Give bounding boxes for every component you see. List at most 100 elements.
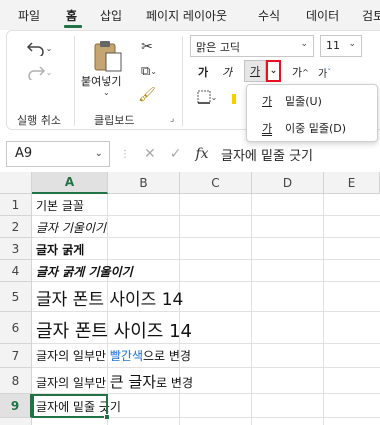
row-header-3[interactable]: 3 xyxy=(0,238,32,260)
tab-data[interactable]: 데이터 xyxy=(306,7,339,24)
font-name-box[interactable]: 맑은 고딕 ⌄ xyxy=(190,35,314,57)
shrink-font-icon: 가 xyxy=(318,68,328,80)
confirm-icon[interactable]: ✓ xyxy=(170,146,182,162)
gridline xyxy=(32,343,380,344)
dialog-launcher-icon[interactable]: ⌟ xyxy=(170,114,174,124)
italic-button[interactable]: 가 xyxy=(222,62,232,82)
chevron-down-icon: ⌄ xyxy=(348,39,356,49)
gridline xyxy=(251,194,252,425)
cell-a8[interactable]: 글자의 일부만 큰 글자로 변경 xyxy=(36,371,193,392)
large-text: 큰 글자 xyxy=(109,373,157,391)
underline-icon: 가 xyxy=(249,65,261,78)
name-box-value: A9 xyxy=(15,146,33,161)
ribbon-tab-bar: 파일 홈 삽입 페이지 레이아웃 수식 데이터 검토 xyxy=(0,0,380,30)
double-underline-icon: 가 xyxy=(261,122,273,135)
select-all-button[interactable] xyxy=(0,172,32,194)
undo-button[interactable]: ⌄ xyxy=(24,38,54,58)
insert-function-button[interactable]: fx xyxy=(195,146,208,162)
active-cell-border xyxy=(32,394,108,418)
scissors-icon: ✂ xyxy=(141,39,153,55)
column-header-a[interactable]: A xyxy=(32,172,108,194)
tab-file[interactable]: 파일 xyxy=(18,7,40,24)
gridline xyxy=(32,237,380,238)
gridline xyxy=(32,311,380,312)
menu-item-label: 이중 밑줄(D) xyxy=(285,122,347,135)
chevron-down-icon: ⌄ xyxy=(94,148,103,159)
chevron-down-icon: ⌄ xyxy=(210,92,218,102)
gridline xyxy=(323,194,324,425)
row-header-10[interactable] xyxy=(0,418,32,425)
tab-insert[interactable]: 삽입 xyxy=(100,7,122,24)
paintbrush-icon: 🖌 xyxy=(138,87,156,103)
chevron-down-icon: ⌄ xyxy=(45,43,53,53)
group-divider xyxy=(182,36,183,126)
bold-button[interactable]: 가 xyxy=(198,62,208,82)
cell-a2[interactable]: 글자 기울이기 xyxy=(36,219,106,236)
cell-a7[interactable]: 글자의 일부만 빨간색으로 변경 xyxy=(36,347,191,364)
group-divider xyxy=(74,36,75,126)
row-header-2[interactable]: 2 xyxy=(0,216,32,238)
paste-label[interactable]: 붙여넣기 xyxy=(81,73,121,89)
row-header-4[interactable]: 4 xyxy=(0,260,32,282)
tab-formulas[interactable]: 수식 xyxy=(258,7,280,24)
column-header-e[interactable]: E xyxy=(324,172,380,194)
grow-font-button[interactable]: 가 ^ xyxy=(292,62,309,82)
borders-button[interactable]: ⌄ xyxy=(194,88,220,106)
cell-a1[interactable]: 기본 글꼴 xyxy=(36,197,84,214)
row-header-9[interactable]: 9 xyxy=(0,394,32,418)
tab-home[interactable]: 홈 xyxy=(66,7,77,24)
font-name-value: 맑은 고딕 xyxy=(196,41,240,54)
formula-input[interactable]: 글자에 밑줄 긋기 xyxy=(221,145,313,164)
colored-text: 빨간색 xyxy=(109,349,143,363)
shrink-font-button[interactable]: 가ˇ xyxy=(318,62,331,82)
chevron-down-icon[interactable]: ⌄ xyxy=(103,88,110,97)
redo-button[interactable]: ⌄ xyxy=(24,62,54,82)
font-size-value: 11 xyxy=(326,39,340,52)
cell-a6[interactable]: 글자 폰트 사이즈 14 xyxy=(36,317,192,343)
fill-handle[interactable] xyxy=(104,414,110,420)
underline-button[interactable]: 가 xyxy=(244,60,266,82)
cell-a3[interactable]: 글자 굵게 xyxy=(36,241,84,258)
cell-text: 으로 변경 xyxy=(143,349,191,363)
cut-button[interactable]: ✂ xyxy=(138,38,156,56)
copy-icon: ⧉ xyxy=(141,63,151,79)
format-painter-button[interactable]: 🖌 xyxy=(138,86,156,104)
row-header-5[interactable]: 5 xyxy=(0,282,32,312)
cell-a5[interactable]: 글자 폰트 사이즈 14 xyxy=(36,285,183,310)
row-header-8[interactable]: 8 xyxy=(0,368,32,394)
underline-dropdown-button[interactable]: ⌄ xyxy=(266,60,281,82)
active-tab-indicator xyxy=(64,25,82,28)
menu-item-label: 밑줄(U) xyxy=(285,95,322,108)
cell-text: 글자의 일부만 xyxy=(36,376,110,390)
gridline xyxy=(32,259,380,260)
row-header-6[interactable]: 6 xyxy=(0,312,32,344)
fill-color-button[interactable] xyxy=(228,92,240,106)
tab-review[interactable]: 검토 xyxy=(362,7,380,24)
cancel-icon[interactable]: ✕ xyxy=(144,146,156,162)
name-box[interactable]: A9 ⌄ xyxy=(6,141,110,167)
copy-button[interactable]: ⧉ ⌄ xyxy=(136,62,162,80)
row-header-7[interactable]: 7 xyxy=(0,344,32,368)
clipboard-icon xyxy=(94,41,122,72)
cell-a4[interactable]: 글자 굵게 기울이기 xyxy=(36,263,133,280)
gridline xyxy=(32,215,380,216)
column-header-c[interactable]: C xyxy=(180,172,252,194)
chevron-down-icon: ⌄ xyxy=(45,67,53,77)
column-header-b[interactable]: B xyxy=(108,172,180,194)
gridline xyxy=(32,281,380,282)
chevron-down-icon: ⌄ xyxy=(300,39,308,49)
group-label-clipboard: 클립보드 xyxy=(94,114,135,127)
paste-button[interactable] xyxy=(90,38,126,74)
font-size-box[interactable]: 11 ⌄ xyxy=(320,35,362,57)
cell-text: 로 변경 xyxy=(156,376,193,390)
column-header-d[interactable]: D xyxy=(252,172,324,194)
menu-item-underline[interactable]: 가 밑줄(U) xyxy=(247,88,377,114)
chevron-down-icon: ⌄ xyxy=(150,66,157,76)
menu-item-double-underline[interactable]: 가 이중 밑줄(D) xyxy=(247,115,377,141)
group-label-undo: 실행 취소 xyxy=(17,114,61,127)
gridline xyxy=(32,367,380,368)
tab-page-layout[interactable]: 페이지 레이아웃 xyxy=(146,7,227,24)
row-header-1[interactable]: 1 xyxy=(0,194,32,216)
fill-color-icon xyxy=(232,94,236,104)
spreadsheet-grid[interactable]: A B C D E 1 2 3 4 5 6 7 8 9 기본 글꼴 글자 기울이… xyxy=(0,172,380,425)
